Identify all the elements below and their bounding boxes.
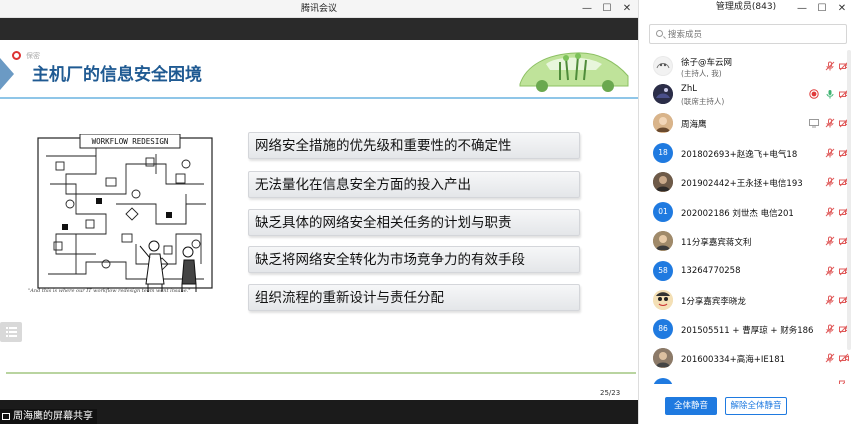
participant-row[interactable]: 86 201505511 + 曹厚琼 + 财务186 bbox=[639, 316, 849, 342]
slide-arrow-icon bbox=[0, 58, 14, 90]
participant-name: 202002186 刘世杰 电信201 bbox=[681, 209, 794, 219]
participant-row[interactable]: 58 13264770258 bbox=[639, 258, 849, 284]
close-icon[interactable]: ✕ bbox=[618, 0, 636, 18]
mic-muted-icon[interactable] bbox=[825, 118, 835, 128]
slide-header-divider bbox=[0, 97, 638, 99]
maximize-icon[interactable]: ☐ bbox=[598, 0, 616, 18]
slide-footer-divider bbox=[6, 372, 636, 374]
mic-muted-icon[interactable] bbox=[825, 61, 835, 71]
participant-name: 201802693+赵逸飞+电气18 bbox=[681, 150, 798, 160]
cartoon-caption: "And this is where our IT workflow redes… bbox=[28, 288, 191, 294]
panel-minimize-icon[interactable]: — bbox=[793, 0, 811, 18]
participant-name: 201600334+高海+IE181 bbox=[681, 355, 786, 365]
mic-muted-icon[interactable] bbox=[825, 266, 835, 276]
cartoon-heading: WORKFLOW REDESIGN bbox=[92, 137, 169, 146]
participant-row-partial[interactable] bbox=[639, 374, 845, 384]
participant-name: 1分享嘉宾李晓龙 bbox=[681, 297, 746, 307]
participant-name: 徐子@车云网 bbox=[681, 58, 733, 68]
meeting-toolbar-strip bbox=[0, 18, 638, 40]
participant-row[interactable]: ZhL (联席主持人) bbox=[639, 81, 849, 107]
mute-all-button[interactable]: 全体静音 bbox=[665, 397, 717, 415]
mic-muted-icon[interactable] bbox=[825, 353, 835, 363]
mic-muted-icon[interactable] bbox=[825, 295, 835, 305]
avatar bbox=[653, 56, 673, 76]
participant-row[interactable]: 11分享嘉宾蒋文利 bbox=[639, 228, 849, 254]
mic-on-icon[interactable] bbox=[825, 89, 835, 99]
participant-name: 201505511 + 曹厚琼 + 财务186 bbox=[681, 326, 814, 336]
screen-share-label: 周海鹰的屏幕共享 bbox=[0, 409, 97, 424]
participant-name: 11分享嘉宾蒋文利 bbox=[681, 238, 752, 248]
slide-bullet-3: 缺乏具体的网络安全相关任务的计划与职责 bbox=[248, 209, 580, 236]
minimize-icon[interactable]: — bbox=[578, 0, 596, 18]
member-search-input[interactable] bbox=[668, 27, 838, 42]
shared-slide: 保密 主机厂的信息安全困境 WORKFLOW REDESIGN "And thi… bbox=[0, 40, 638, 400]
avatar bbox=[653, 378, 673, 384]
slide-bullet-1: 网络安全措施的优先级和重要性的不确定性 bbox=[248, 132, 580, 159]
participant-row[interactable]: 徐子@车云网 (主持人, 我) bbox=[639, 53, 849, 79]
meeting-title: 腾讯会议 bbox=[300, 4, 337, 14]
slide-bullet-2: 无法量化在信息安全方面的投入产出 bbox=[248, 171, 580, 198]
mic-muted-icon[interactable] bbox=[825, 324, 835, 334]
participant-role: (联席主持人) bbox=[681, 97, 725, 106]
participant-name: 201902442+王永拯+电信193 bbox=[681, 179, 803, 189]
panel-scrollbar[interactable] bbox=[847, 50, 851, 350]
list-icon bbox=[6, 327, 17, 337]
meeting-title-bar: 腾讯会议 — ☐ ✕ bbox=[0, 0, 638, 18]
avatar bbox=[653, 231, 673, 251]
recording-icon bbox=[809, 89, 819, 99]
participant-role: (主持人, 我) bbox=[681, 69, 722, 78]
participant-row[interactable]: 01 202002186 刘世杰 电信201 bbox=[639, 199, 849, 225]
slide-page-number: 25/23 bbox=[600, 389, 621, 397]
avatar: 86 bbox=[653, 319, 673, 339]
screen-share-status-icon bbox=[809, 119, 819, 128]
panel-close-icon[interactable]: ✕ bbox=[833, 0, 851, 18]
slide-tag-text: 保密 bbox=[26, 52, 40, 60]
green-car-logo bbox=[519, 52, 629, 92]
workflow-redesign-cartoon: WORKFLOW REDESIGN bbox=[37, 134, 213, 292]
panel-maximize-icon[interactable]: ☐ bbox=[813, 0, 831, 18]
avatar bbox=[653, 348, 673, 368]
avatar: 01 bbox=[653, 202, 673, 222]
avatar bbox=[653, 172, 673, 192]
mic-muted-icon[interactable] bbox=[825, 207, 835, 217]
member-search-box[interactable] bbox=[649, 24, 847, 44]
mic-muted-icon[interactable] bbox=[825, 177, 835, 187]
participant-row[interactable]: 201600334+高海+IE181 bbox=[639, 345, 849, 371]
slide-bullet-4: 缺乏将网络安全转化为市场竞争力的有效手段 bbox=[248, 246, 580, 273]
unmute-all-button[interactable]: 解除全体静音 bbox=[725, 397, 787, 415]
camera-off-icon[interactable] bbox=[839, 353, 849, 363]
mic-muted-icon[interactable] bbox=[825, 236, 835, 246]
slide-list-toggle[interactable] bbox=[0, 322, 22, 342]
mic-muted-icon[interactable] bbox=[825, 148, 835, 158]
participant-name: 周海鹰 bbox=[681, 120, 707, 130]
slide-tag: 保密 bbox=[12, 50, 62, 62]
avatar bbox=[653, 113, 673, 133]
avatar bbox=[653, 290, 673, 310]
slide-bullet-5: 组织流程的重新设计与责任分配 bbox=[248, 284, 580, 311]
screen-share-icon bbox=[2, 413, 10, 420]
participant-name: 13264770258 bbox=[681, 266, 741, 276]
participant-panel: 管理成员(843) — ☐ ✕ 徐子@车云网 (主持人, 我) ZhL (联席主… bbox=[638, 0, 852, 424]
avatar bbox=[653, 84, 673, 104]
participant-row[interactable]: 1分享嘉宾李晓龙 bbox=[639, 287, 849, 313]
participant-name: ZhL bbox=[681, 84, 697, 94]
search-icon bbox=[656, 30, 663, 37]
slide-title: 主机厂的信息安全困境 bbox=[32, 65, 202, 85]
participant-row[interactable]: 18 201802693+赵逸飞+电气18 bbox=[639, 140, 849, 166]
avatar: 58 bbox=[653, 261, 673, 281]
camera-off-icon[interactable] bbox=[839, 378, 845, 384]
participant-row[interactable]: 201902442+王永拯+电信193 bbox=[639, 169, 849, 195]
participant-row[interactable]: 周海鹰 bbox=[639, 110, 849, 136]
meeting-window: 腾讯会议 — ☐ ✕ 保密 主机厂的信息安全困境 WORKFLOW REDESI… bbox=[0, 0, 638, 424]
avatar: 18 bbox=[653, 143, 673, 163]
